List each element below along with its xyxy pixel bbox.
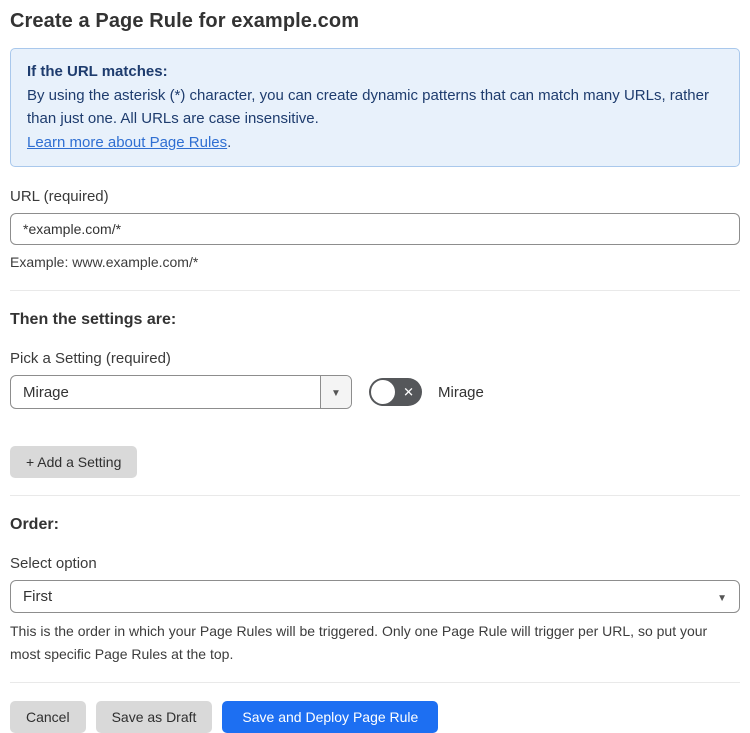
order-helper-text: This is the order in which your Page Rul… bbox=[10, 623, 708, 662]
order-select-value: First bbox=[23, 588, 53, 606]
pick-setting-label: Pick a Setting (required) bbox=[10, 350, 171, 368]
info-box-link-row: Learn more about Page Rules. bbox=[27, 131, 723, 155]
cancel-button[interactable]: Cancel bbox=[10, 700, 86, 733]
divider bbox=[10, 495, 740, 497]
chevron-down-icon bbox=[331, 383, 341, 401]
mirage-toggle-label: Mirage bbox=[438, 383, 484, 401]
order-select[interactable]: First bbox=[10, 580, 740, 614]
setting-dropdown-value: Mirage bbox=[23, 383, 69, 401]
url-example-helper: Example: www.example.com/* bbox=[10, 254, 199, 271]
setting-dropdown-arrow-button[interactable] bbox=[320, 376, 351, 409]
add-setting-button[interactable]: + Add a Setting bbox=[10, 446, 138, 479]
url-input[interactable] bbox=[10, 213, 740, 246]
footer-actions: Cancel Save as Draft Save and Deploy Pag… bbox=[10, 700, 740, 733]
link-suffix: . bbox=[227, 133, 232, 151]
learn-more-link[interactable]: Learn more about Page Rules bbox=[27, 134, 227, 151]
setting-dropdown[interactable]: Mirage bbox=[10, 375, 352, 410]
save-and-deploy-button[interactable]: Save and Deploy Page Rule bbox=[222, 700, 439, 733]
toggle-knob bbox=[371, 380, 395, 405]
page-title: Create a Page Rule for example.com bbox=[10, 10, 360, 32]
info-box-heading: If the URL matches: bbox=[27, 63, 168, 80]
divider bbox=[10, 681, 740, 683]
divider bbox=[10, 290, 740, 292]
save-as-draft-button[interactable]: Save as Draft bbox=[95, 700, 213, 733]
url-match-info-box: If the URL matches: By using the asteris… bbox=[10, 48, 740, 168]
toggle-off-x-icon bbox=[403, 386, 414, 399]
order-section-heading: Order: bbox=[10, 516, 59, 534]
chevron-down-icon bbox=[717, 588, 727, 605]
settings-section-heading: Then the settings are: bbox=[10, 311, 177, 329]
info-box-body: By using the asterisk (*) character, you… bbox=[27, 86, 709, 128]
order-select-label: Select option bbox=[10, 555, 97, 573]
mirage-toggle[interactable] bbox=[369, 378, 422, 407]
setting-picker-row: Mirage Mirage bbox=[10, 375, 740, 410]
url-field-label: URL (required) bbox=[10, 188, 109, 206]
